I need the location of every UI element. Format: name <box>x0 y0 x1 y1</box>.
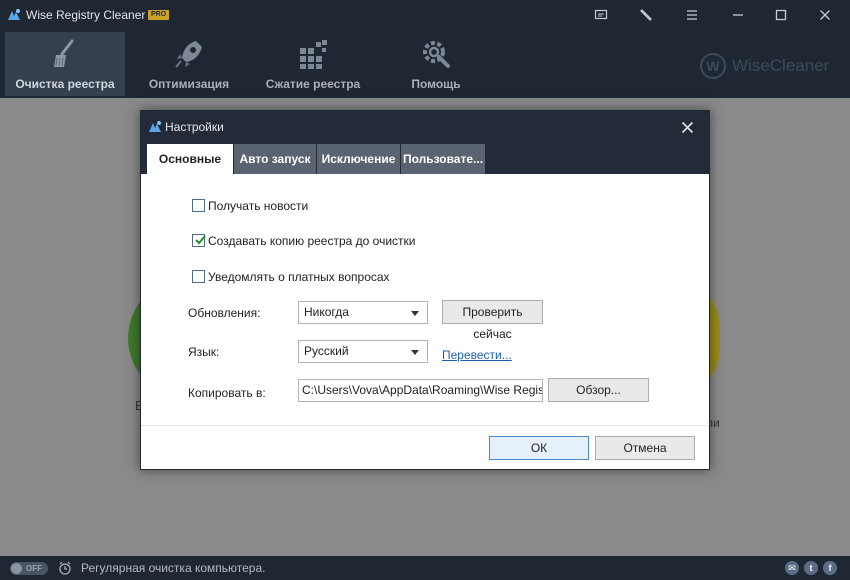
ok-button[interactable]: ОК <box>489 436 589 460</box>
checkmark-icon <box>195 235 206 245</box>
app-logo-icon <box>149 121 161 132</box>
language-select-value: Русский <box>304 344 349 358</box>
feedback-icon <box>594 9 608 20</box>
updates-label: Обновления: <box>188 306 261 320</box>
rocket-icon <box>175 41 202 68</box>
tab-custom[interactable]: Пользовате... <box>401 144 485 174</box>
translate-link[interactable]: Перевести... <box>442 348 512 362</box>
dialog-titlebar: Настройки Основные Авто запуск Исключени… <box>141 111 709 174</box>
toggle-label: OFF <box>26 564 42 573</box>
tool-optimization[interactable]: Оптимизация <box>140 32 238 96</box>
paid-notify-checkbox-label[interactable]: Уведомлять о платных вопросах <box>208 270 390 284</box>
tab-autostart[interactable]: Авто запуск <box>234 144 316 174</box>
news-checkbox[interactable] <box>192 199 205 212</box>
updates-select[interactable]: Никогда <box>298 301 428 324</box>
wisecleaner-logo: W <box>700 53 726 79</box>
news-checkbox-label[interactable]: Получать новости <box>208 199 308 213</box>
app-title: Wise Registry Cleaner 9 <box>26 8 156 22</box>
menu-icon <box>687 10 697 20</box>
updates-select-value: Никогда <box>304 305 349 319</box>
browse-button[interactable]: Обзор... <box>548 378 649 402</box>
title-bar: Wise Registry Cleaner 9 PRO <box>0 0 850 30</box>
close-icon <box>820 10 830 20</box>
tool-label: Оптимизация <box>148 77 230 91</box>
tools-icon <box>640 9 652 21</box>
dialog-close-button[interactable] <box>677 117 697 137</box>
maximize-icon <box>775 9 787 21</box>
blocks-icon <box>300 40 327 69</box>
copy-to-label: Копировать в: <box>188 386 266 400</box>
brand-text: WiseCleaner <box>732 56 830 75</box>
language-select[interactable]: Русский <box>298 340 428 363</box>
twitter-icon[interactable]: t <box>804 561 818 575</box>
feedback-button[interactable] <box>589 4 613 26</box>
tool-label: Очистка реестра <box>15 77 115 91</box>
tool-label: Помощь <box>411 77 461 91</box>
app-logo-icon <box>8 9 20 20</box>
chevron-down-icon <box>411 350 419 355</box>
tool-help[interactable]: Помощь <box>396 32 476 96</box>
close-icon <box>681 121 693 133</box>
tool-label: Сжатие реестра <box>265 77 361 91</box>
schedule-status-text: Регулярная очистка компьютера. <box>81 561 266 575</box>
minimize-button[interactable] <box>726 4 750 26</box>
backup-checkbox[interactable] <box>192 234 206 247</box>
gear-wrench-icon <box>423 41 450 68</box>
chevron-down-icon <box>411 311 419 316</box>
menu-button[interactable] <box>680 4 704 26</box>
settings-dialog: Настройки Основные Авто запуск Исключени… <box>140 110 710 470</box>
pro-badge: PRO <box>148 10 170 20</box>
broom-icon <box>54 39 74 67</box>
dialog-divider <box>141 425 709 426</box>
facebook-icon[interactable]: f <box>823 561 837 575</box>
wisecleaner-brand[interactable]: W WiseCleaner <box>700 51 829 81</box>
minimize-icon <box>733 14 743 16</box>
alarm-clock-icon <box>59 561 71 575</box>
tab-general[interactable]: Основные <box>147 144 233 174</box>
mail-icon[interactable]: ✉ <box>785 561 799 575</box>
tab-exclusions[interactable]: Исключение <box>317 144 400 174</box>
maximize-button[interactable] <box>769 4 793 26</box>
backup-checkbox-label[interactable]: Создавать копию реестра до очистки <box>208 234 415 248</box>
language-label: Язык: <box>188 345 220 359</box>
check-now-button[interactable]: Проверить сейчас <box>442 300 543 341</box>
cancel-button[interactable]: Отмена <box>595 436 695 460</box>
tools-button[interactable] <box>634 4 658 26</box>
tool-registry-defrag[interactable]: Сжатие реестра <box>258 32 368 96</box>
tool-registry-cleaner[interactable]: Очистка реестра <box>5 32 125 96</box>
schedule-toggle[interactable]: OFF <box>10 562 48 575</box>
backup-path-input[interactable]: C:\Users\Vova\AppData\Roaming\Wise Regis… <box>298 379 543 402</box>
close-button[interactable] <box>813 4 837 26</box>
status-bar: OFF Регулярная очистка компьютера. ✉ t f <box>0 556 850 580</box>
dialog-title: Настройки <box>165 120 224 134</box>
toggle-knob <box>11 563 22 574</box>
paid-notify-checkbox[interactable] <box>192 270 205 283</box>
